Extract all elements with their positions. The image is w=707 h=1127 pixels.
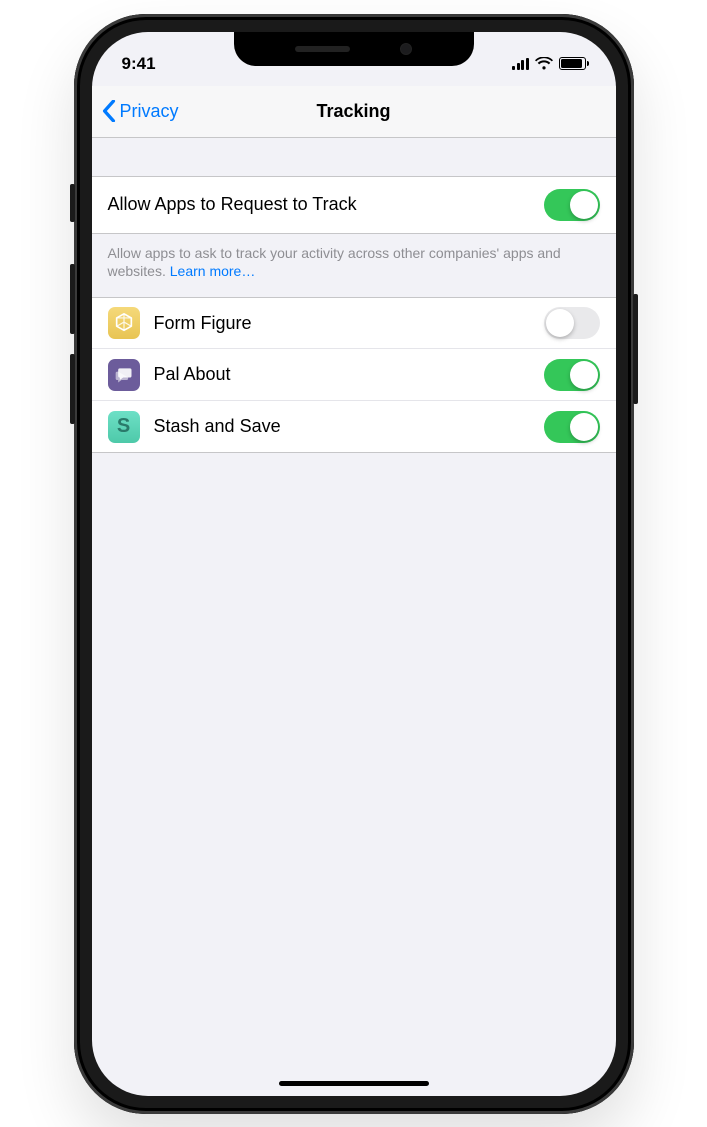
wifi-icon	[535, 57, 553, 70]
back-button[interactable]: Privacy	[92, 100, 179, 122]
allow-tracking-row: Allow Apps to Request to Track	[92, 176, 616, 234]
cellular-signal-icon	[512, 58, 529, 70]
volume-down-button[interactable]	[70, 354, 75, 424]
battery-icon	[559, 57, 586, 70]
app-name-label: Stash and Save	[154, 416, 544, 437]
app-row: S Stash and Save	[92, 401, 616, 453]
app-name-label: Pal About	[154, 364, 544, 385]
content: Privacy Tracking Allow Apps to Request t…	[92, 86, 616, 1096]
volume-up-button[interactable]	[70, 264, 75, 334]
status-time: 9:41	[122, 54, 156, 74]
app-tracking-toggle[interactable]	[544, 359, 600, 391]
app-name-label: Form Figure	[154, 313, 544, 334]
speaker-grille	[295, 46, 350, 52]
app-tracking-toggle[interactable]	[544, 411, 600, 443]
power-button[interactable]	[633, 294, 638, 404]
app-row: Pal About	[92, 349, 616, 401]
chevron-left-icon	[102, 100, 116, 122]
allow-tracking-label: Allow Apps to Request to Track	[108, 194, 544, 215]
front-camera	[400, 43, 412, 55]
home-indicator[interactable]	[279, 1081, 429, 1086]
mute-switch[interactable]	[70, 184, 75, 222]
learn-more-link[interactable]: Learn more…	[170, 263, 256, 279]
app-list: Form Figure Pal About S Stash and Save	[92, 297, 616, 453]
nav-bar: Privacy Tracking	[92, 86, 616, 138]
back-label: Privacy	[120, 101, 179, 122]
phone-frame: 9:41 Privacy Tracking	[74, 14, 634, 1114]
app-row: Form Figure	[92, 297, 616, 349]
pal-about-icon	[108, 359, 140, 391]
allow-tracking-toggle[interactable]	[544, 189, 600, 221]
app-tracking-toggle[interactable]	[544, 307, 600, 339]
notch	[234, 32, 474, 66]
page-title: Tracking	[316, 101, 390, 122]
allow-tracking-footer: Allow apps to ask to track your activity…	[92, 234, 616, 298]
screen: 9:41 Privacy Tracking	[92, 32, 616, 1096]
form-figure-icon	[108, 307, 140, 339]
stash-save-icon: S	[108, 411, 140, 443]
